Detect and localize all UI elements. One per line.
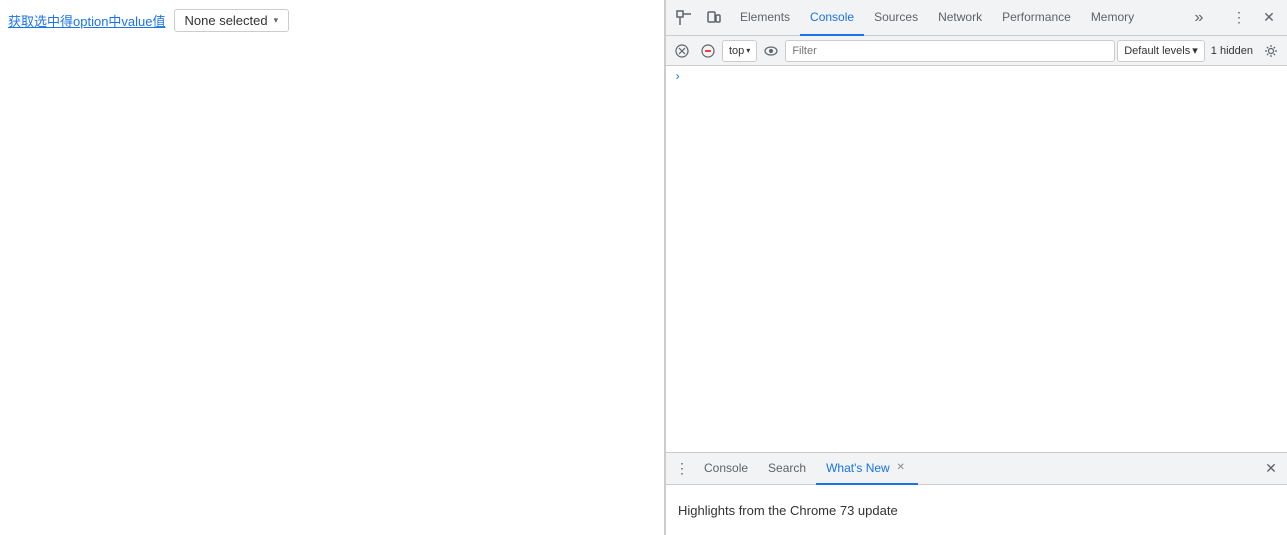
tab-network[interactable]: Network — [928, 0, 992, 36]
drawer-menu-button[interactable]: ⋮ — [670, 457, 694, 481]
drawer-close-button[interactable]: ✕ — [1259, 457, 1283, 481]
webpage-toolbar: 获取选中得option中value值 None selected ▾ — [0, 0, 664, 40]
devtools-panel: Elements Console Sources Network Perform… — [665, 0, 1287, 535]
drawer-tabs: ⋮ Console Search What's New ✕ ✕ — [666, 453, 1287, 485]
dropdown-label: None selected — [185, 13, 268, 28]
filter-toggle-button[interactable] — [696, 39, 720, 63]
drawer-tab-console[interactable]: Console — [694, 453, 758, 485]
drawer-content: Highlights from the Chrome 73 update — [666, 485, 1287, 535]
devtools-settings-button[interactable]: ⋮ — [1225, 4, 1253, 32]
dropdown-caret: ▾ — [274, 15, 279, 26]
console-prompt: › — [674, 70, 681, 84]
drawer-tab-search[interactable]: Search — [758, 453, 816, 485]
console-line[interactable]: › — [666, 68, 1287, 86]
device-toggle-button[interactable] — [700, 4, 728, 32]
bottom-drawer: ⋮ Console Search What's New ✕ ✕ Highligh… — [666, 452, 1287, 535]
tab-elements[interactable]: Elements — [730, 0, 800, 36]
console-toolbar: top ▾ Default levels ▾ 1 hidden — [666, 36, 1287, 66]
tab-console[interactable]: Console — [800, 0, 864, 36]
clear-console-button[interactable] — [670, 39, 694, 63]
drawer-tab-whats-new[interactable]: What's New ✕ — [816, 453, 918, 485]
more-tabs-button[interactable]: » — [1185, 4, 1213, 32]
webpage-panel: 获取选中得option中value值 None selected ▾ — [0, 0, 665, 535]
tab-performance[interactable]: Performance — [992, 0, 1081, 36]
inspect-element-button[interactable] — [670, 4, 698, 32]
tab-memory[interactable]: Memory — [1081, 0, 1144, 36]
console-output[interactable]: › — [666, 66, 1287, 452]
eye-button[interactable] — [759, 39, 783, 63]
tab-sources[interactable]: Sources — [864, 0, 928, 36]
filter-input[interactable] — [785, 40, 1115, 62]
none-selected-dropdown[interactable]: None selected ▾ — [174, 9, 290, 32]
drawer-content-text: Highlights from the Chrome 73 update — [678, 503, 898, 518]
devtools-tabs: Elements Console Sources Network Perform… — [730, 0, 1183, 36]
webpage-link[interactable]: 获取选中得option中value值 — [8, 11, 166, 30]
context-selector[interactable]: top ▾ — [722, 40, 757, 62]
devtools-close-button[interactable]: ✕ — [1255, 4, 1283, 32]
hidden-badge: 1 hidden — [1207, 45, 1257, 57]
levels-selector[interactable]: Default levels ▾ — [1117, 40, 1205, 62]
devtools-top-bar: Elements Console Sources Network Perform… — [666, 0, 1287, 36]
console-settings-button[interactable] — [1259, 39, 1283, 63]
drawer-tab-close-button[interactable]: ✕ — [894, 461, 908, 475]
